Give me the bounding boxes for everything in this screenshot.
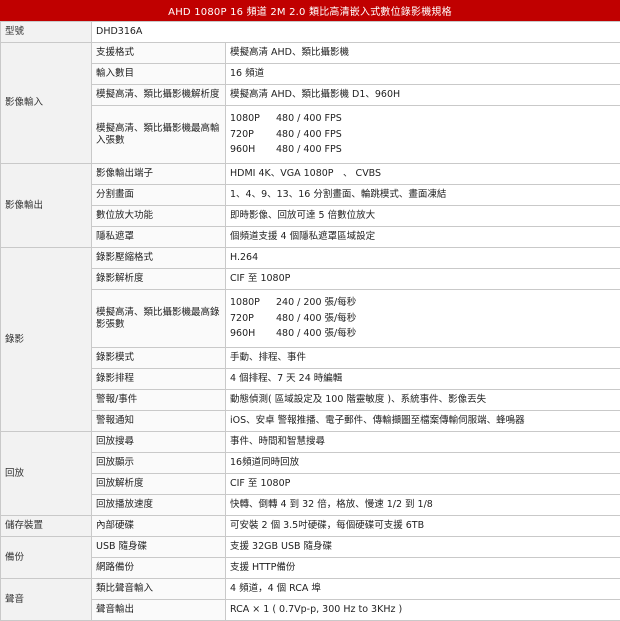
category-playback: 回放: [1, 432, 92, 516]
spec-value: 支援 HTTP備份: [226, 558, 620, 579]
spec-row: 回放播放速度 快轉、倒轉 4 到 32 倍，格放、慢速 1/2 到 1/8: [1, 495, 620, 516]
spec-row: 錄影模式 手動、排程、事件: [1, 348, 620, 369]
spec-label: 回放顯示: [92, 453, 226, 474]
category-storage: 儲存裝置: [1, 516, 92, 537]
spec-row: 隱私遮罩 個頻道支援 4 個隱私遮罩區域設定: [1, 227, 620, 248]
spec-row: 模擬高清、類比攝影機最高輸入張數 1080P480 / 400 FPS 720P…: [1, 106, 620, 164]
spec-value: 動態偵測( 區域設定及 100 階靈敏度 )、系統事件、影像丟失: [226, 390, 620, 411]
fps-value: 480 / 400 FPS: [276, 129, 616, 141]
spec-row: 錄影排程 4 個排程、7 天 24 時編輯: [1, 369, 620, 390]
resolution-label: 720P: [230, 313, 276, 325]
spec-value: 16 頻道: [226, 64, 620, 85]
spec-row: 回放 回放搜尋 事件、時間和智慧搜尋: [1, 432, 620, 453]
spec-label: 支援格式: [92, 43, 226, 64]
spec-label: 回放解析度: [92, 474, 226, 495]
spec-label: 回放播放速度: [92, 495, 226, 516]
fps-list: 1080P480 / 400 FPS 720P480 / 400 FPS 960…: [226, 106, 620, 164]
resolution-label: 960H: [230, 328, 276, 340]
spec-row: 儲存裝置 內部硬碟 可安裝 2 個 3.5吋硬碟，每個硬碟可支援 6TB: [1, 516, 620, 537]
spec-value: H.264: [226, 248, 620, 269]
spec-row: 分割畫面 1、4、9、13、16 分割畫面、輪跳模式、畫面凍結: [1, 185, 620, 206]
spec-label: 錄影解析度: [92, 269, 226, 290]
spec-label: 回放搜尋: [92, 432, 226, 453]
spec-label: 輸入數目: [92, 64, 226, 85]
fps-value: 480 / 400 張/每秒: [276, 313, 616, 325]
category-video-output: 影像輸出: [1, 164, 92, 248]
spec-row: 錄影解析度 CIF 至 1080P: [1, 269, 620, 290]
spec-label: 網路備份: [92, 558, 226, 579]
spec-value: 個頻道支援 4 個隱私遮罩區域設定: [226, 227, 620, 248]
spec-row: 聲音 類比聲音輸入 4 頻道，4 個 RCA 埠: [1, 579, 620, 600]
spec-row: 聲音輸出 RCA × 1 ( 0.7Vp-p, 300 Hz to 3KHz ): [1, 600, 620, 621]
spec-row: 模擬高清、類比攝影機最高錄影張數 1080P240 / 200 張/每秒 720…: [1, 290, 620, 348]
spec-value: HDMI 4K、VGA 1080P 、 CVBS: [226, 164, 620, 185]
spec-label: 模擬高清、類比攝影機解析度: [92, 85, 226, 106]
spec-label: 影像輸出端子: [92, 164, 226, 185]
spec-row: 影像輸出 影像輸出端子 HDMI 4K、VGA 1080P 、 CVBS: [1, 164, 620, 185]
spec-label: 隱私遮罩: [92, 227, 226, 248]
spec-row: 數位放大功能 即時影像、回放可達 5 倍數位放大: [1, 206, 620, 227]
category-backup: 備份: [1, 537, 92, 579]
spec-value: CIF 至 1080P: [226, 269, 620, 290]
spec-value: 4 頻道，4 個 RCA 埠: [226, 579, 620, 600]
spec-label: 聲音輸出: [92, 600, 226, 621]
model-value: DHD316A: [92, 22, 620, 43]
fps-value: 480 / 400 FPS: [276, 113, 616, 125]
resolution-label: 1080P: [230, 297, 276, 309]
spec-row: 模擬高清、類比攝影機解析度 模擬高清 AHD、類比攝影機 D1、960H: [1, 85, 620, 106]
spec-value: 可安裝 2 個 3.5吋硬碟，每個硬碟可支援 6TB: [226, 516, 620, 537]
spec-label: 錄影排程: [92, 369, 226, 390]
category-video-input: 影像輸入: [1, 43, 92, 164]
spec-label: 警報/事件: [92, 390, 226, 411]
spec-value: 支援 32GB USB 隨身碟: [226, 537, 620, 558]
spec-sheet: AHD 1080P 16 頻道 2M 2.0 類比高清嵌入式數位錄影機規格 型號…: [0, 0, 620, 620]
spec-value: 模擬高清 AHD、類比攝影機: [226, 43, 620, 64]
spec-label: 模擬高清、類比攝影機最高輸入張數: [92, 106, 226, 164]
resolution-label: 720P: [230, 129, 276, 141]
spec-label: 警報通知: [92, 411, 226, 432]
spec-row: 網路備份 支援 HTTP備份: [1, 558, 620, 579]
spec-label: USB 隨身碟: [92, 537, 226, 558]
spec-label: 錄影壓縮格式: [92, 248, 226, 269]
spec-value: CIF 至 1080P: [226, 474, 620, 495]
spec-value: 模擬高清 AHD、類比攝影機 D1、960H: [226, 85, 620, 106]
spec-value: 手動、排程、事件: [226, 348, 620, 369]
spec-label: 分割畫面: [92, 185, 226, 206]
fps-value: 480 / 400 FPS: [276, 144, 616, 156]
spec-row: 備份 USB 隨身碟 支援 32GB USB 隨身碟: [1, 537, 620, 558]
resolution-label: 1080P: [230, 113, 276, 125]
spec-title: AHD 1080P 16 頻道 2M 2.0 類比高清嵌入式數位錄影機規格: [0, 0, 620, 21]
spec-table: 型號 DHD316A 影像輸入 支援格式 模擬高清 AHD、類比攝影機 輸入數目…: [0, 21, 620, 621]
spec-row: 回放解析度 CIF 至 1080P: [1, 474, 620, 495]
spec-row: 錄影 錄影壓縮格式 H.264: [1, 248, 620, 269]
spec-label: 錄影模式: [92, 348, 226, 369]
spec-row-model: 型號 DHD316A: [1, 22, 620, 43]
spec-row: 警報/事件 動態偵測( 區域設定及 100 階靈敏度 )、系統事件、影像丟失: [1, 390, 620, 411]
spec-value: 事件、時間和智慧搜尋: [226, 432, 620, 453]
spec-value: 1、4、9、13、16 分割畫面、輪跳模式、畫面凍結: [226, 185, 620, 206]
fps-list: 1080P240 / 200 張/每秒 720P480 / 400 張/每秒 9…: [226, 290, 620, 348]
fps-value: 240 / 200 張/每秒: [276, 297, 616, 309]
spec-value: RCA × 1 ( 0.7Vp-p, 300 Hz to 3KHz ): [226, 600, 620, 621]
spec-value: 4 個排程、7 天 24 時編輯: [226, 369, 620, 390]
spec-value: 即時影像、回放可達 5 倍數位放大: [226, 206, 620, 227]
category-recording: 錄影: [1, 248, 92, 432]
spec-label: 類比聲音輸入: [92, 579, 226, 600]
spec-row: 輸入數目 16 頻道: [1, 64, 620, 85]
spec-row: 回放顯示 16頻道同時回放: [1, 453, 620, 474]
spec-label: 數位放大功能: [92, 206, 226, 227]
spec-value: 快轉、倒轉 4 到 32 倍，格放、慢速 1/2 到 1/8: [226, 495, 620, 516]
category-audio: 聲音: [1, 579, 92, 621]
spec-value: iOS、安卓 警報推播、電子郵件、傳輸擷圖至檔案傳輸伺服端、蜂鳴器: [226, 411, 620, 432]
category-model: 型號: [1, 22, 92, 43]
spec-label: 模擬高清、類比攝影機最高錄影張數: [92, 290, 226, 348]
spec-value: 16頻道同時回放: [226, 453, 620, 474]
resolution-label: 960H: [230, 144, 276, 156]
fps-value: 480 / 400 張/每秒: [276, 328, 616, 340]
spec-row: 影像輸入 支援格式 模擬高清 AHD、類比攝影機: [1, 43, 620, 64]
spec-row: 警報通知 iOS、安卓 警報推播、電子郵件、傳輸擷圖至檔案傳輸伺服端、蜂鳴器: [1, 411, 620, 432]
spec-label: 內部硬碟: [92, 516, 226, 537]
